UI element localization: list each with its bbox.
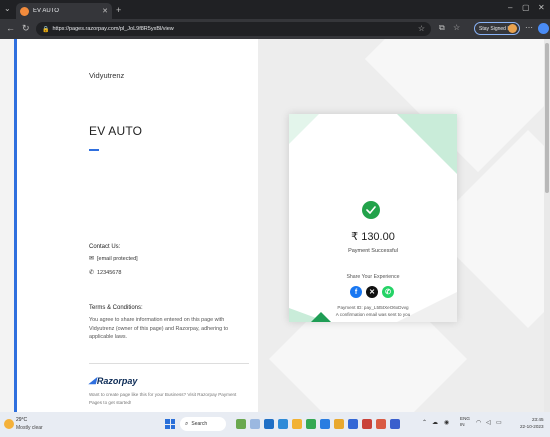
tray-chevron-icon[interactable]: ⌃ [422, 419, 427, 426]
avatar [508, 24, 517, 33]
chrome-icon[interactable] [306, 419, 316, 429]
weather-desc: Mostly clear [16, 425, 43, 431]
start-icon[interactable] [165, 419, 175, 429]
payment-status: Payment Successful [348, 248, 398, 254]
payment-id-info: Payment ID: pay_L5t5tXeO6xDvvg A confirm… [289, 304, 457, 318]
weather-temp: 29°C [16, 417, 28, 423]
phone-icon: ✆ [89, 270, 95, 276]
app-icon[interactable] [320, 419, 330, 429]
copilot-icon[interactable] [538, 23, 549, 34]
file-explorer-icon[interactable] [292, 419, 302, 429]
bookmark-star-icon[interactable]: ☆ [418, 24, 425, 33]
terms-heading: Terms & Conditions: [89, 305, 143, 311]
reload-icon[interactable]: ↻ [22, 23, 30, 34]
site-info-icon[interactable]: 🔒 [42, 26, 49, 33]
x-icon[interactable]: ✕ [366, 286, 378, 298]
divider [89, 363, 249, 364]
razorpay-mark-icon: ◢ [89, 375, 96, 385]
lang-bottom: IN [460, 422, 465, 427]
razorpay-logo[interactable]: ◢ Razorpay [89, 375, 137, 386]
contact-email: ✉ [email protected] [89, 255, 138, 263]
minimize-icon[interactable]: – [508, 3, 512, 12]
tab-list-icon[interactable]: ⌄ [4, 4, 11, 13]
address-bar: ← ↻ 🔒 https://pages.razorpay.com/pl_JoL9… [0, 19, 550, 39]
taskbar-search[interactable]: ⌕ Search [180, 417, 226, 431]
share-buttons: f ✕ ✆ [350, 286, 394, 298]
menu-icon[interactable]: ⋯ [525, 23, 533, 32]
tray-app-icon[interactable]: ◉ [444, 419, 449, 426]
title-underline [89, 149, 99, 151]
share-label: Share Your Experience [346, 274, 400, 280]
widgets-icon[interactable] [236, 419, 246, 429]
payment-amount: ₹ 130.00 [351, 231, 395, 243]
contact-phone: ✆ 12345678 [89, 269, 121, 277]
contact-heading: Contact Us: [89, 244, 121, 250]
url-field[interactable]: 🔒 https://pages.razorpay.com/pl_JoL9f8R5… [36, 22, 431, 36]
tab-close-icon[interactable]: ✕ [102, 7, 108, 15]
wifi-icon[interactable]: ◠ [476, 419, 481, 426]
signed-in-label: Stay Signed In [479, 25, 512, 32]
task-view-icon[interactable] [250, 419, 260, 429]
facebook-icon[interactable]: f [350, 286, 362, 298]
phone-text[interactable]: 12345678 [97, 270, 121, 276]
confirmation-text: A confirmation email was sent to you [335, 312, 411, 317]
close-window-icon[interactable]: ✕ [538, 3, 545, 12]
app-icon[interactable] [362, 419, 372, 429]
language-indicator[interactable]: ENG IN [460, 416, 470, 428]
browser-tab[interactable]: EV AUTO ✕ [16, 3, 112, 19]
tab-title: EV AUTO [33, 8, 59, 14]
footer-text: Want to create page like this for your B… [89, 392, 237, 405]
scrollbar-thumb[interactable] [545, 43, 549, 193]
browser-tab-bar: ⌄ EV AUTO ✕ + – ▢ ✕ [0, 0, 550, 19]
back-icon[interactable]: ← [6, 23, 15, 33]
weather-icon[interactable] [4, 419, 14, 429]
check-icon [362, 201, 380, 219]
merchant-name: Vidyutrenz [89, 71, 125, 80]
date: 22-10-2023 [520, 424, 544, 429]
app-icon[interactable] [376, 419, 386, 429]
page-viewport: Vidyutrenz EV AUTO Contact Us: ✉ [email … [0, 39, 550, 412]
terms-text: You agree to share information entered o… [89, 317, 229, 340]
favorites-icon[interactable]: ☆ [453, 23, 460, 32]
browser-app-icon[interactable] [278, 419, 288, 429]
payment-id: Payment ID: pay_L5t5tXeO6xDvvg [337, 305, 409, 310]
extensions-icon[interactable]: ⧉ [439, 23, 445, 33]
time: 23:45 [532, 417, 544, 422]
search-label: Search [191, 421, 208, 427]
details-panel [17, 39, 258, 412]
edge-icon[interactable] [264, 419, 274, 429]
tab-favicon-icon [20, 6, 29, 16]
clock[interactable]: 23:45 22-10-2023 [520, 416, 544, 430]
scrollbar[interactable] [544, 39, 550, 412]
page-title: EV AUTO [89, 124, 143, 138]
url-text: https://pages.razorpay.com/pl_JoL9f8R5yx… [52, 26, 174, 32]
app-icon[interactable] [334, 419, 344, 429]
cloud-icon[interactable]: ☁ [432, 419, 438, 426]
maximize-icon[interactable]: ▢ [522, 3, 530, 12]
whatsapp-icon[interactable]: ✆ [382, 286, 394, 298]
new-tab-icon[interactable]: + [116, 5, 121, 15]
volume-icon[interactable]: ◁ [486, 419, 491, 426]
signed-in-pill[interactable]: Stay Signed In [474, 22, 520, 35]
razorpay-wordmark: Razorpay [96, 375, 138, 386]
search-icon: ⌕ [185, 420, 189, 427]
app-icon[interactable] [348, 419, 358, 429]
mail-icon: ✉ [89, 256, 95, 262]
email-text[interactable]: [email protected] [97, 256, 138, 262]
taskbar: 29°C Mostly clear ⌕ Search ⌃ ☁ ◉ ENG IN … [0, 412, 550, 437]
receipt-card: ₹ 130.00 Payment Successful Share Your E… [289, 114, 457, 322]
vscode-icon[interactable] [390, 419, 400, 429]
battery-icon[interactable]: ▭ [496, 419, 502, 426]
